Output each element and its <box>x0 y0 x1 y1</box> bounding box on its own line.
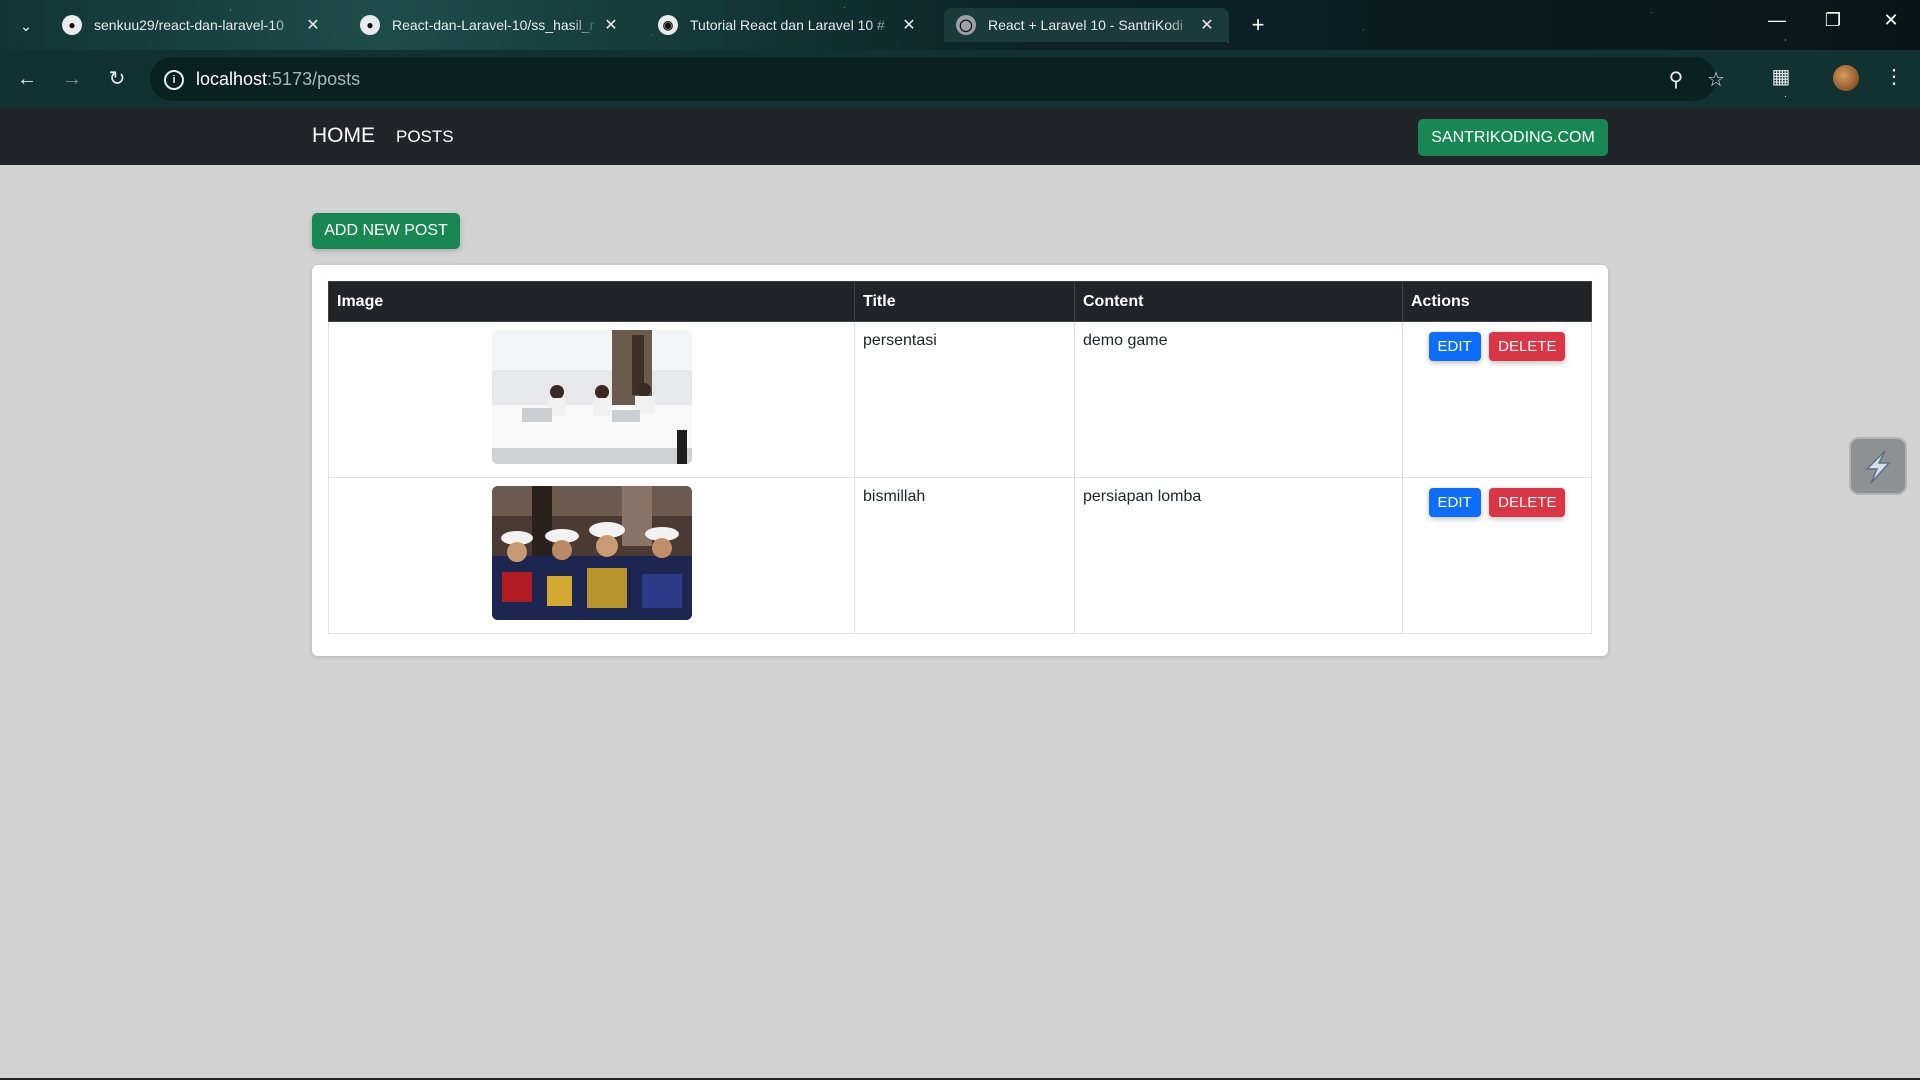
address-bar[interactable]: i localhost:5173/posts ⚲ ☆ <box>150 57 1725 101</box>
reload-icon[interactable]: ↻ <box>102 64 132 94</box>
discord-icon: ◉ <box>658 15 678 35</box>
site-info-icon[interactable]: i <box>164 70 184 90</box>
add-new-post-button[interactable]: ADD NEW POST <box>312 213 460 249</box>
github-icon: ● <box>62 15 82 35</box>
url-host: localhost <box>196 69 268 89</box>
post-image <box>491 330 692 464</box>
globe-icon: ◯ <box>956 15 976 35</box>
forward-arrow-icon[interactable]: → <box>57 64 87 94</box>
zoom-icon[interactable]: ⚲ <box>1662 67 1690 92</box>
profile-avatar[interactable] <box>1833 65 1859 91</box>
posts-table: Image Title Content Actions persentasi d… <box>328 281 1592 634</box>
posts-card: Image Title Content Actions persentasi d… <box>312 265 1608 656</box>
tab-title: Tutorial React dan Laravel 10 # <box>690 17 885 33</box>
image-cell <box>328 321 855 478</box>
image-cell <box>328 477 855 634</box>
extensions-puzzle-icon[interactable]: ▦ <box>1766 64 1796 89</box>
url-text[interactable]: localhost:5173/posts <box>196 69 360 90</box>
app-navbar: HOME POSTS SANTRIKODING.COM <box>0 108 1920 165</box>
lightning-icon <box>1865 450 1891 484</box>
floating-extension-widget[interactable] <box>1849 437 1907 495</box>
delete-button[interactable]: DELETE <box>1489 332 1566 361</box>
edit-button[interactable]: EDIT <box>1428 488 1481 517</box>
actions-cell: EDIT DELETE <box>1402 477 1592 634</box>
content-cell: persiapan lomba <box>1074 477 1403 634</box>
more-menu-icon[interactable]: ⋮ <box>1879 64 1909 89</box>
new-tab-plus-icon[interactable]: + <box>1243 12 1273 38</box>
table-row: persentasi demo game EDIT DELETE <box>328 321 1592 478</box>
tab-title: senkuu29/react-dan-laravel-10 <box>94 17 284 33</box>
header-content: Content <box>1074 281 1403 322</box>
browser-toolbar: ← → ↻ i localhost:5173/posts ⚲ ☆ ▦ ⋮ <box>0 50 1920 108</box>
close-icon[interactable]: ✕ <box>1197 15 1217 35</box>
home-link[interactable]: HOME <box>312 124 375 148</box>
delete-button[interactable]: DELETE <box>1489 488 1566 517</box>
header-title: Title <box>854 281 1075 322</box>
minimize-icon[interactable]: — <box>1757 10 1797 31</box>
close-icon[interactable]: ✕ <box>899 15 919 35</box>
back-arrow-icon[interactable]: ← <box>12 64 42 94</box>
content-cell: demo game <box>1074 321 1403 478</box>
restore-icon[interactable]: ❐ <box>1813 10 1853 31</box>
table-row: bismillah persiapan lomba EDIT DELETE <box>328 477 1592 634</box>
actions-cell: EDIT DELETE <box>1402 321 1592 478</box>
tab-title: React + Laravel 10 - SantriKodi <box>988 17 1183 33</box>
close-icon[interactable]: ✕ <box>303 15 323 35</box>
github-icon: ● <box>360 15 380 35</box>
url-path: :5173/posts <box>267 69 361 89</box>
tab-search-chevron-icon[interactable]: ⌄ <box>12 14 40 38</box>
nav-link-posts[interactable]: POSTS <box>396 127 454 147</box>
header-image: Image <box>328 281 855 322</box>
browser-tab-active[interactable]: ◯ React + Laravel 10 - SantriKodi ✕ <box>944 8 1229 42</box>
browser-tab[interactable]: ◉ Tutorial React dan Laravel 10 # ✕ <box>646 8 931 42</box>
post-image <box>491 486 692 620</box>
browser-tab[interactable]: ● senkuu29/react-dan-laravel-10 ✕ <box>50 8 335 42</box>
edit-button[interactable]: EDIT <box>1428 332 1481 361</box>
browser-tab[interactable]: ● React-dan-Laravel-10/ss_hasil_r ✕ <box>348 8 633 42</box>
window-close-icon[interactable]: ✕ <box>1871 10 1911 31</box>
tab-title: React-dan-Laravel-10/ss_hasil_r <box>392 17 595 33</box>
bookmark-star-icon[interactable]: ☆ <box>1702 67 1730 92</box>
browser-tab-strip: ⌄ ● senkuu29/react-dan-laravel-10 ✕ ● Re… <box>0 0 1920 50</box>
title-cell: persentasi <box>854 321 1075 478</box>
table-header-row: Image Title Content Actions <box>328 281 1592 322</box>
close-icon[interactable]: ✕ <box>601 15 621 35</box>
header-actions: Actions <box>1402 281 1592 322</box>
santrikoding-button[interactable]: SANTRIKODING.COM <box>1418 119 1608 156</box>
title-cell: bismillah <box>854 477 1075 634</box>
